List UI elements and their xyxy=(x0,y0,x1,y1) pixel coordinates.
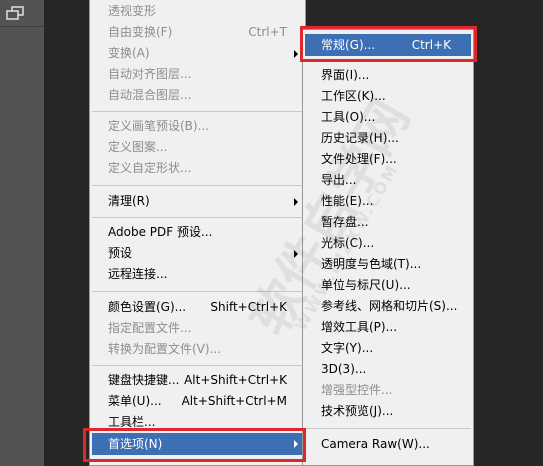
menu-item-shortcut: Alt+Shift+Ctrl+M xyxy=(181,394,287,408)
submenu-item-plugins[interactable]: 增效工具(P)... xyxy=(305,317,471,338)
submenu-arrow-icon xyxy=(294,50,298,58)
menu-item-auto-blend: 自动混合图层... xyxy=(92,85,303,106)
menu-item-label: 增效工具(P)... xyxy=(321,320,398,334)
menu-divider xyxy=(92,365,303,366)
menu-item-auto-align: 自动对齐图层... xyxy=(92,64,303,85)
submenu-item-3d[interactable]: 3D(3)... xyxy=(305,359,471,380)
menu-item-preferences[interactable]: 首选项(N) xyxy=(92,433,303,455)
menu-item-label: 指定配置文件... xyxy=(108,321,192,335)
menu-item-label: 清理(R) xyxy=(108,194,150,208)
menu-item-label: 变换(A) xyxy=(108,46,150,60)
menu-item-menus[interactable]: 菜单(U)... Alt+Shift+Ctrl+M xyxy=(92,391,303,412)
menu-item-label: 光标(C)... xyxy=(321,236,375,250)
menu-item-label: 工作区(K)... xyxy=(321,89,386,103)
menu-item-label: 颜色设置(G)... xyxy=(108,300,187,314)
menu-item-label: 3D(3)... xyxy=(321,362,367,376)
submenu-item-camera-raw[interactable]: Camera Raw(W)... xyxy=(305,434,471,455)
submenu-item-tools[interactable]: 工具(O)... xyxy=(305,107,471,128)
menu-item-label: 透视变形 xyxy=(108,4,157,18)
menu-item-label: 自动对齐图层... xyxy=(108,67,192,81)
menu-item-assign-profile: 指定配置文件... xyxy=(92,318,303,339)
menu-item-label: 定义图案... xyxy=(108,140,168,154)
menu-item-label: 文件处理(F)... xyxy=(321,152,397,166)
submenu-item-transparency[interactable]: 透明度与色域(T)... xyxy=(305,254,471,275)
menu-item-label: 工具栏... xyxy=(108,415,156,429)
menu-item-perspective-warp: 透视变形 xyxy=(92,1,303,22)
menu-item-remote-connections[interactable]: 远程连接... xyxy=(92,264,303,285)
menu-item-purge[interactable]: 清理(R) xyxy=(92,191,303,212)
submenu-item-performance[interactable]: 性能(E)... xyxy=(305,191,471,212)
menu-item-label: 历史记录(H)... xyxy=(321,131,399,145)
menu-item-label: 键盘快捷键... xyxy=(108,373,180,387)
menu-item-label: 定义画笔预设(B)... xyxy=(108,119,210,133)
menu-item-label: 性能(E)... xyxy=(321,194,374,208)
submenu-arrow-icon xyxy=(294,198,298,206)
menu-divider xyxy=(92,291,303,292)
submenu-item-tech-previews[interactable]: 技术预览(J)... xyxy=(305,401,471,422)
menu-item-presets[interactable]: 预设 xyxy=(92,243,303,264)
menu-item-label: 转换为配置文件(V)... xyxy=(108,342,222,356)
menu-divider xyxy=(92,217,303,218)
edit-menu: 透视变形 自由变换(F) Ctrl+T 变换(A) 自动对齐图层... 自动混合… xyxy=(89,0,306,466)
submenu-item-general[interactable]: 常规(G)... Ctrl+K xyxy=(305,34,471,56)
menu-item-label: 预设 xyxy=(108,246,133,260)
toolbar-divider xyxy=(0,26,44,27)
submenu-item-export[interactable]: 导出... xyxy=(305,170,471,191)
menu-item-label: 参考线、网格和切片(S)... xyxy=(321,299,458,313)
submenu-item-workspace[interactable]: 工作区(K)... xyxy=(305,86,471,107)
menu-item-label: 文字(Y)... xyxy=(321,341,374,355)
menu-item-keyboard-shortcuts[interactable]: 键盘快捷键... Alt+Shift+Ctrl+K xyxy=(92,370,303,391)
menu-item-label: 透明度与色域(T)... xyxy=(321,257,422,271)
menu-item-transform: 变换(A) xyxy=(92,43,303,64)
menu-item-free-transform: 自由变换(F) Ctrl+T xyxy=(92,22,303,43)
menu-item-label: 增强型控件... xyxy=(321,383,393,397)
submenu-item-file-handling[interactable]: 文件处理(F)... xyxy=(305,149,471,170)
submenu-item-cursors[interactable]: 光标(C)... xyxy=(305,233,471,254)
submenu-item-type[interactable]: 文字(Y)... xyxy=(305,338,471,359)
menu-item-toolbar[interactable]: 工具栏... xyxy=(92,412,303,433)
submenu-arrow-icon xyxy=(294,250,298,258)
menu-item-label: 常规(G)... xyxy=(321,38,376,52)
menu-item-label: 定义自定形状... xyxy=(108,161,192,175)
submenu-item-history[interactable]: 历史记录(H)... xyxy=(305,128,471,149)
menu-item-label: 单位与标尺(U)... xyxy=(321,278,411,292)
submenu-item-scratch-disks[interactable]: 暂存盘... xyxy=(305,212,471,233)
submenu-arrow-icon xyxy=(294,440,298,448)
menu-item-label: Camera Raw(W)... xyxy=(321,437,430,451)
menu-item-label: 自由变换(F) xyxy=(108,25,173,39)
menu-divider xyxy=(92,111,303,112)
menu-item-color-settings[interactable]: 颜色设置(G)... Shift+Ctrl+K xyxy=(92,297,303,318)
menu-item-label: Adobe PDF 预设... xyxy=(108,225,213,239)
menu-item-label: 远程连接... xyxy=(108,267,168,281)
menu-item-label: 首选项(N) xyxy=(108,437,163,451)
menu-divider xyxy=(92,185,303,186)
menu-item-shortcut: Ctrl+T xyxy=(248,25,287,39)
submenu-item-guides[interactable]: 参考线、网格和切片(S)... xyxy=(305,296,471,317)
menu-item-label: 工具(O)... xyxy=(321,110,376,124)
menu-item-label: 界面(I)... xyxy=(321,68,370,82)
menu-item-convert-profile: 转换为配置文件(V)... xyxy=(92,339,303,360)
menu-item-label: 菜单(U)... xyxy=(108,394,162,408)
submenu-item-enhanced-controls: 增强型控件... xyxy=(305,380,471,401)
menu-item-define-pattern: 定义图案... xyxy=(92,137,303,158)
menu-item-define-shape: 定义自定形状... xyxy=(92,158,303,179)
menu-divider xyxy=(305,428,471,429)
left-toolbar xyxy=(0,0,44,466)
menu-item-adobe-pdf-presets[interactable]: Adobe PDF 预设... xyxy=(92,222,303,243)
submenu-item-interface[interactable]: 界面(I)... xyxy=(305,65,471,86)
menu-item-label: 自动混合图层... xyxy=(108,88,192,102)
menu-item-shortcut: Alt+Shift+Ctrl+K xyxy=(184,373,287,387)
menu-item-shortcut: Shift+Ctrl+K xyxy=(210,300,287,314)
menu-item-define-brush: 定义画笔预设(B)... xyxy=(92,116,303,137)
menu-item-label: 导出... xyxy=(321,173,357,187)
menu-item-label: 暂存盘... xyxy=(321,215,369,229)
preferences-submenu: 常规(G)... Ctrl+K 界面(I)... 工作区(K)... 工具(O)… xyxy=(302,29,474,466)
submenu-item-units[interactable]: 单位与标尺(U)... xyxy=(305,275,471,296)
menu-item-shortcut: Ctrl+K xyxy=(411,38,451,52)
menu-item-label: 技术预览(J)... xyxy=(321,404,394,418)
arrange-windows-icon[interactable] xyxy=(5,6,27,22)
